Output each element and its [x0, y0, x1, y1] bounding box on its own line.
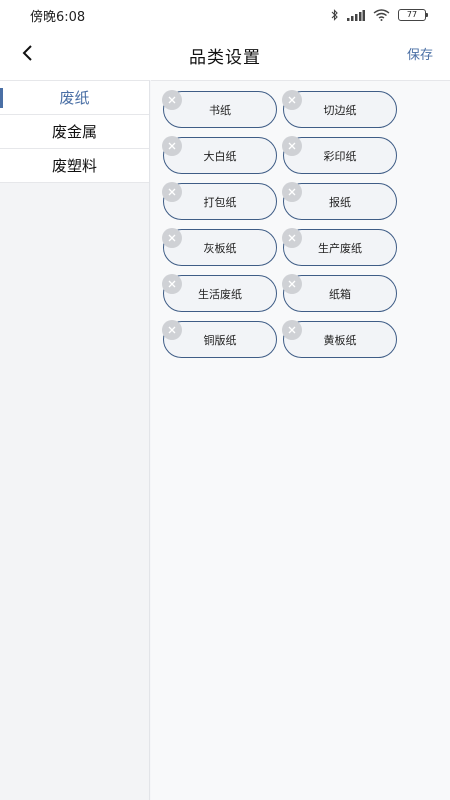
nav-bar: 品类设置 保存 [0, 30, 450, 80]
signal-icon [347, 9, 365, 21]
delete-icon[interactable] [282, 228, 302, 248]
category-chip[interactable]: 切边纸 [282, 90, 397, 128]
delete-icon[interactable] [282, 182, 302, 202]
chip-label: 生产废纸 [318, 241, 362, 255]
delete-icon[interactable] [162, 182, 182, 202]
category-chip[interactable]: 生活废纸 [162, 274, 277, 312]
chip-label: 大白纸 [203, 149, 237, 163]
category-chip[interactable]: 纸箱 [282, 274, 397, 312]
delete-icon[interactable] [162, 90, 182, 110]
chip-label: 生活废纸 [198, 287, 242, 301]
delete-icon[interactable] [282, 90, 302, 110]
category-chip[interactable]: 铜版纸 [162, 320, 277, 358]
category-chip[interactable]: 书纸 [162, 90, 277, 128]
category-chip[interactable]: 生产废纸 [282, 228, 397, 266]
sidebar-item-waste-paper[interactable]: 废纸 [0, 81, 149, 115]
chip-label: 彩印纸 [323, 149, 357, 163]
chip-label: 打包纸 [203, 195, 237, 209]
chip-label: 书纸 [209, 103, 231, 117]
status-time: 傍晚6:08 [30, 9, 86, 25]
category-chip[interactable]: 彩印纸 [282, 136, 397, 174]
delete-icon[interactable] [162, 136, 182, 156]
chevron-left-icon [21, 44, 33, 66]
save-button[interactable]: 保存 [407, 44, 433, 63]
delete-icon[interactable] [162, 228, 182, 248]
wifi-icon [373, 9, 390, 21]
delete-icon[interactable] [162, 274, 182, 294]
sidebar-item-waste-metal[interactable]: 废金属 [0, 115, 149, 149]
delete-icon[interactable] [282, 136, 302, 156]
chip-label: 铜版纸 [203, 333, 237, 347]
status-icons: 77 [331, 9, 428, 21]
back-button[interactable] [12, 40, 42, 70]
category-chip[interactable]: 报纸 [282, 182, 397, 220]
chip-label: 切边纸 [323, 103, 357, 117]
category-chip[interactable]: 灰板纸 [162, 228, 277, 266]
delete-icon[interactable] [282, 320, 302, 340]
category-chip[interactable]: 黄板纸 [282, 320, 397, 358]
battery-icon: 77 [398, 9, 428, 21]
category-chip[interactable]: 打包纸 [162, 182, 277, 220]
chip-label: 灰板纸 [203, 241, 237, 255]
category-chip[interactable]: 大白纸 [162, 136, 277, 174]
status-bar: 傍晚6:08 77 [0, 0, 450, 30]
delete-icon[interactable] [282, 274, 302, 294]
bluetooth-icon [331, 9, 339, 21]
chip-grid: 书纸 切边纸 大白纸 彩印纸 打包纸 报纸 灰板纸 生产废纸 生活废纸 纸箱 铜… [162, 90, 397, 358]
delete-icon[interactable] [162, 320, 182, 340]
chip-label: 黄板纸 [323, 333, 357, 347]
sidebar-item-waste-plastic[interactable]: 废塑料 [0, 149, 149, 183]
page-title: 品类设置 [189, 47, 261, 68]
category-sidebar: 废纸 废金属 废塑料 [0, 80, 150, 800]
chip-label: 纸箱 [329, 287, 351, 301]
subcategory-panel: 书纸 切边纸 大白纸 彩印纸 打包纸 报纸 灰板纸 生产废纸 生活废纸 纸箱 铜… [151, 80, 450, 800]
chip-label: 报纸 [329, 195, 351, 209]
